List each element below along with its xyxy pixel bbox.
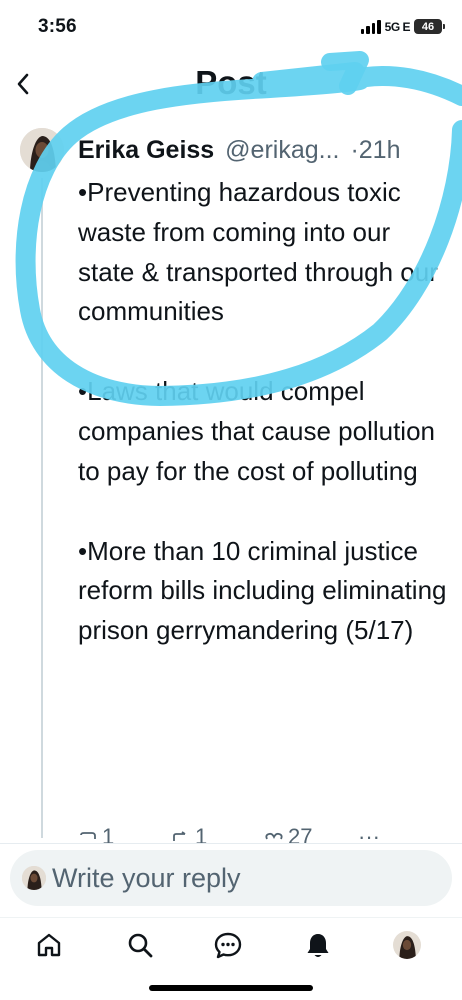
home-icon (37, 933, 61, 957)
page-title: Post (195, 64, 267, 101)
nav-search[interactable] (125, 930, 155, 960)
bell-icon (307, 934, 329, 957)
reply-count: 1 (102, 824, 115, 844)
avatar-image (22, 866, 46, 890)
search-icon (128, 933, 153, 958)
nav-messages[interactable] (213, 930, 243, 960)
profile-avatar (393, 931, 421, 959)
signal-icon (360, 19, 381, 34)
battery-level: 46 (421, 20, 435, 33)
home-indicator (149, 985, 313, 991)
tweet-author-row: Erika Geiss @erikag... ·21h (78, 130, 400, 170)
status-bar: 3:56 5G E 46 (0, 0, 462, 54)
more-button[interactable]: ··· (358, 822, 380, 844)
tweet-text: •Preventing hazardous toxic waste from c… (78, 173, 448, 651)
author-name[interactable]: Erika Geiss (78, 136, 214, 164)
retweet-count: 1 (195, 824, 208, 844)
like-button[interactable]: 27 (264, 822, 312, 844)
tweet-paragraph: •Preventing hazardous toxic waste from c… (78, 177, 438, 327)
reply-input[interactable] (52, 850, 432, 906)
network-type: 5G E (384, 19, 411, 34)
retweet-button[interactable]: 1 (171, 822, 207, 844)
reply-avatar (22, 866, 46, 890)
like-count: 27 (288, 824, 313, 844)
battery-icon: 46 (414, 19, 445, 34)
divider (0, 917, 462, 918)
tweet-paragraph: •Laws that would compel companies that c… (78, 376, 436, 486)
thread-line (41, 178, 43, 838)
reply-button[interactable]: 1 (78, 822, 114, 844)
divider (0, 843, 462, 844)
status-time: 3:56 (38, 16, 77, 37)
messages-icon (214, 932, 242, 959)
header: Post (0, 54, 462, 116)
nav-profile[interactable] (392, 930, 422, 960)
nav-home[interactable] (34, 930, 64, 960)
nav-notifications[interactable] (303, 930, 333, 960)
author-handle[interactable]: @erikag... (225, 136, 339, 164)
avatar[interactable] (20, 128, 64, 172)
reply-bar[interactable] (10, 850, 452, 906)
status-indicators: 5G E 46 (360, 19, 445, 34)
tweet-paragraph: •More than 10 criminal justice reform bi… (78, 535, 447, 646)
more-icon: ··· (358, 824, 380, 844)
tweet-timestamp: ·21h (350, 136, 401, 164)
tweet-actions: 1 1 27 ··· (78, 822, 438, 844)
avatar-image (20, 128, 64, 172)
